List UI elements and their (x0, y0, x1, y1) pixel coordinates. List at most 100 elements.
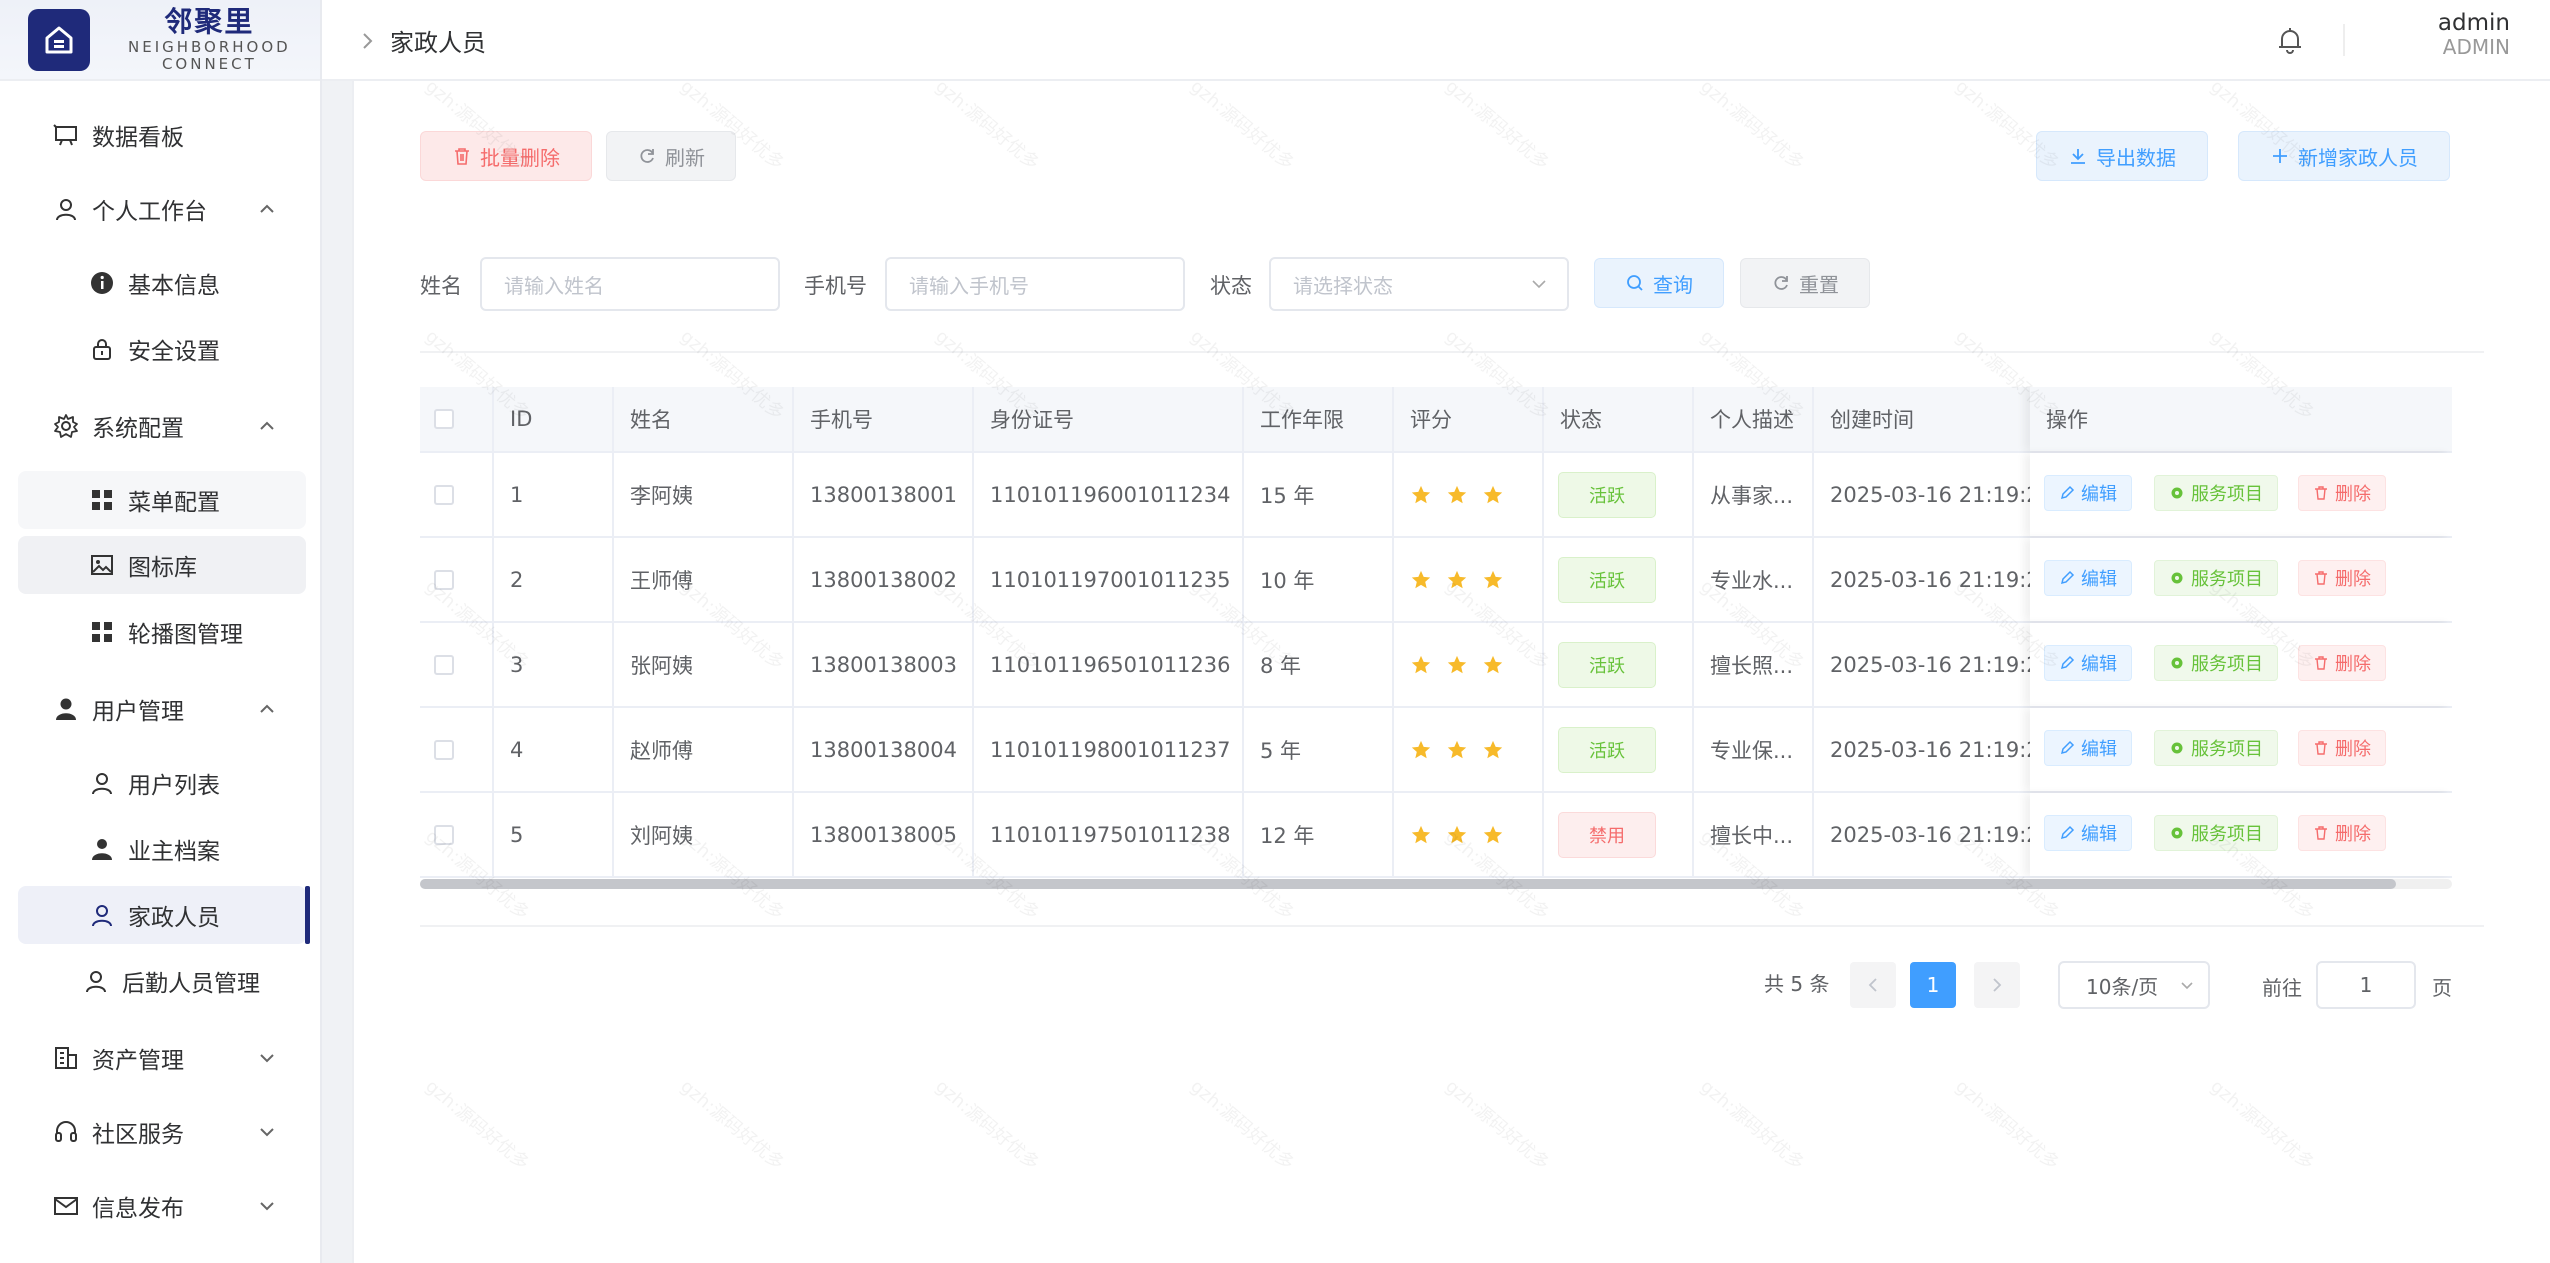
batch-delete-button[interactable]: 批量删除 (420, 131, 592, 181)
watermark-text: gzh:源码好优多 (1186, 1075, 1299, 1175)
refresh-button[interactable]: 刷新 (606, 131, 736, 181)
chevron-up-icon (256, 198, 278, 220)
sidebar-item-carousel[interactable]: 轮播图管理 (18, 603, 306, 661)
goto-page-input[interactable]: 1 (2316, 961, 2416, 1009)
user-menu[interactable]: admin ADMIN (2438, 10, 2510, 59)
chevron-down-icon (256, 1047, 278, 1069)
sidebar-item-community-service[interactable]: 社区服务 (18, 1103, 306, 1161)
sidebar-item-basic-info[interactable]: 基本信息 (18, 254, 306, 312)
gear-icon (2169, 655, 2185, 671)
search-button[interactable]: 查询 (1594, 258, 1724, 308)
page-number-current[interactable]: 1 (1910, 962, 1956, 1008)
status-filter-label: 状态 (1210, 274, 1252, 298)
row-actions: 编辑 服务项目 删除 (2030, 623, 2452, 706)
scrollbar-thumb[interactable] (420, 879, 2396, 889)
cell-name: 王师傅 (614, 538, 794, 621)
sidebar-item-dashboard[interactable]: 数据看板 (18, 106, 306, 164)
cell-idcard: 110101197001011235 (974, 538, 1244, 621)
sidebar-item-logistics-staff[interactable]: 后勤人员管理 (18, 952, 306, 1010)
delete-button[interactable]: 删除 (2298, 730, 2386, 766)
edit-button[interactable]: 编辑 (2044, 560, 2132, 596)
cell-name: 李阿姨 (614, 453, 794, 536)
add-staff-button[interactable]: 新增家政人员 (2238, 131, 2450, 181)
column-header[interactable]: 评分 (1394, 387, 1544, 451)
status-badge: 禁用 (1558, 811, 1656, 858)
sidebar-item-owner-profiles[interactable]: 业主档案 (18, 820, 306, 878)
sidebar-item-menu-config[interactable]: 菜单配置 (18, 471, 306, 529)
horizontal-scrollbar[interactable] (420, 879, 2452, 889)
bell-icon[interactable] (2270, 20, 2310, 60)
sidebar-item-security[interactable]: 安全设置 (18, 320, 306, 378)
services-button[interactable]: 服务项目 (2154, 730, 2278, 766)
cell-years: 12 年 (1244, 793, 1394, 876)
cell-rating (1394, 708, 1544, 791)
prev-page-button[interactable] (1850, 962, 1896, 1008)
row-actions: 编辑 服务项目 删除 (2030, 793, 2452, 876)
sidebar-item-label: 社区服务 (92, 1122, 184, 1148)
edit-button[interactable]: 编辑 (2044, 645, 2132, 681)
column-header[interactable]: 身份证号 (974, 387, 1244, 451)
sidebar-item-icon-library[interactable]: 图标库 (18, 536, 306, 594)
sidebar-item-user-list[interactable]: 用户列表 (18, 754, 306, 812)
user-filled-icon (52, 695, 80, 723)
services-button[interactable]: 服务项目 (2154, 645, 2278, 681)
select-all-checkbox-cell (420, 387, 494, 451)
cell-description: 专业水... (1694, 538, 1814, 621)
phone-search-input[interactable]: 请输入手机号 (885, 257, 1185, 311)
table-row: 3 张阿姨 13800138003 110101196501011236 8 年 活跃 擅长… (420, 623, 2452, 708)
select-all-checkbox[interactable] (434, 409, 454, 429)
delete-label: 删除 (2335, 739, 2371, 760)
services-button[interactable]: 服务项目 (2154, 560, 2278, 596)
reset-button[interactable]: 重置 (1740, 258, 1870, 308)
sidebar-item-asset-management[interactable]: 资产管理 (18, 1029, 306, 1087)
row-checkbox[interactable] (434, 569, 454, 590)
sidebar-item-housekeeping-staff[interactable]: 家政人员 (18, 886, 310, 944)
services-button[interactable]: 服务项目 (2154, 475, 2278, 511)
delete-button[interactable]: 删除 (2298, 560, 2386, 596)
breadcrumb-current[interactable]: 家政人员 (390, 23, 486, 58)
brand-logo[interactable]: 邻聚里 NEIGHBORHOOD CONNECT (0, 0, 320, 81)
status-badge: 活跃 (1558, 556, 1656, 603)
delete-button[interactable]: 删除 (2298, 645, 2386, 681)
edit-button[interactable]: 编辑 (2044, 730, 2132, 766)
batch-delete-label: 批量删除 (480, 145, 560, 170)
edit-button[interactable]: 编辑 (2044, 475, 2132, 511)
services-button[interactable]: 服务项目 (2154, 815, 2278, 851)
row-checkbox[interactable] (434, 484, 454, 505)
edit-button[interactable]: 编辑 (2044, 815, 2132, 851)
trash-icon (2313, 655, 2329, 671)
edit-label: 编辑 (2081, 824, 2117, 845)
sidebar-item-info-publish[interactable]: 信息发布 (18, 1177, 306, 1235)
status-select[interactable]: 请选择状态 (1269, 257, 1569, 311)
sidebar-item-label: 基本信息 (128, 273, 220, 299)
row-checkbox[interactable] (434, 654, 454, 675)
column-header[interactable]: 姓名 (614, 387, 794, 451)
column-header[interactable]: 状态 (1544, 387, 1694, 451)
cell-id: 5 (494, 793, 614, 876)
trash-icon (2313, 570, 2329, 586)
next-page-button[interactable] (1974, 962, 2020, 1008)
column-header[interactable]: ID (494, 387, 614, 451)
row-checkbox[interactable] (434, 824, 454, 845)
column-header[interactable]: 手机号 (794, 387, 974, 451)
export-button[interactable]: 导出数据 (2036, 131, 2208, 181)
cell-rating (1394, 623, 1544, 706)
column-header[interactable]: 创建时间 (1814, 387, 2030, 451)
edit-label: 编辑 (2081, 739, 2117, 760)
sidebar-item-user-management[interactable]: 用户管理 (18, 680, 306, 738)
sidebar-item-workbench[interactable]: 个人工作台 (18, 180, 306, 238)
row-checkbox[interactable] (434, 739, 454, 760)
message-icon (52, 1192, 80, 1220)
name-search-input[interactable]: 请输入姓名 (480, 257, 780, 311)
chevron-left-icon (1867, 977, 1879, 993)
delete-button[interactable]: 删除 (2298, 475, 2386, 511)
sidebar-item-system-config[interactable]: 系统配置 (18, 397, 306, 455)
delete-label: 删除 (2335, 569, 2371, 590)
delete-button[interactable]: 删除 (2298, 815, 2386, 851)
column-header[interactable]: 工作年限 (1244, 387, 1394, 451)
star-icon (1482, 484, 1504, 506)
column-header[interactable]: 个人描述 (1694, 387, 1814, 451)
brand-subtitle-1: NEIGHBORHOOD (128, 37, 291, 56)
page-size-select[interactable]: 10条/页 (2058, 961, 2210, 1009)
cell-status: 活跃 (1544, 623, 1694, 706)
